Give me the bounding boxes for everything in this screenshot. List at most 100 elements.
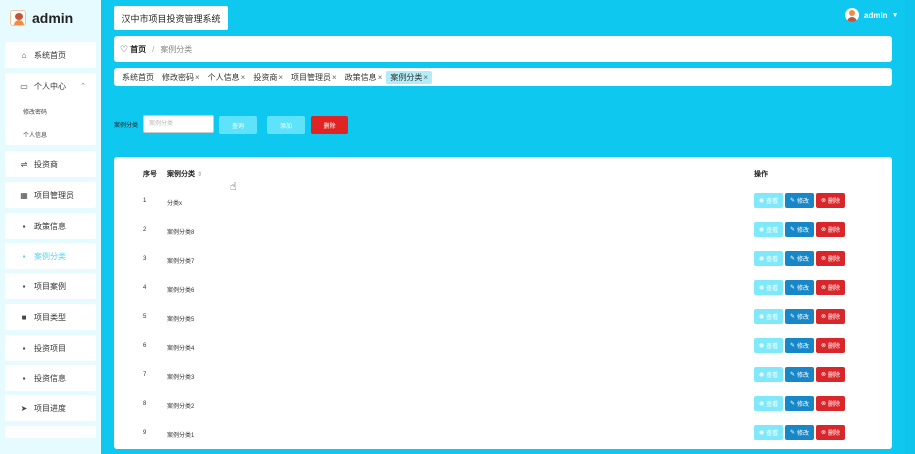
view-button[interactable]: ◉ 查看 [754,193,783,208]
edit-button[interactable]: ✎ 修改 [785,367,814,382]
delete-circle-icon: ⊗ [820,343,826,349]
user-name: admin [864,10,888,20]
delete-button[interactable]: ⊗ 删除 [816,251,845,266]
breadcrumb-home[interactable]: ♡ 首页 [120,44,146,55]
sidebar-subitem-change-password[interactable]: 修改密码 [23,107,47,116]
batch-delete-button[interactable]: 删除 [311,116,348,134]
apps-icon: ▪ [22,221,26,231]
view-button[interactable]: ◉ 查看 [754,222,783,237]
edit-button[interactable]: ✎ 修改 [785,193,814,208]
delete-circle-icon: ⊗ [820,401,826,407]
delete-button[interactable]: ⊗ 删除 [816,425,845,440]
sidebar-item-personal-center[interactable]: ▭ 个人中心 ⌃ [5,73,96,99]
pencil-icon: ✎ [789,343,795,349]
delete-label: 删除 [828,228,841,234]
view-button[interactable]: ◉ 查看 [754,251,783,266]
eye-icon: ◉ [758,343,765,349]
hand-cursor-icon: ☝ [230,181,237,193]
view-label: 查看 [766,228,779,234]
tab-project-admin[interactable]: 项目管理员 × [287,71,341,84]
tab-investor[interactable]: 投资商 × [249,71,287,84]
sidebar-item-home[interactable]: ⌂ 系统首页 [5,42,96,68]
tab-personal-info[interactable]: 个人信息 × [204,71,250,84]
apps-icon: ▪ [22,251,26,261]
page-scrollbar[interactable] [905,0,915,454]
sidebar-item-project-type[interactable]: ■ 项目类型 [5,304,96,330]
tab-change-password[interactable]: 修改密码 × [158,71,204,84]
tab-case-category[interactable]: 案例分类 × [386,70,433,84]
view-label: 查看 [766,286,779,292]
delete-label: 删除 [828,373,841,379]
edit-button[interactable]: ✎ 修改 [785,396,814,411]
delete-button[interactable]: ⊗ 删除 [816,396,845,411]
chevron-up-icon: ⌃ [80,83,86,90]
sidebar-item-project-admin[interactable]: ▦ 项目管理员 [5,182,96,208]
view-button[interactable]: ◉ 查看 [754,280,783,295]
sidebar: admin ⌂ 系统首页 ▭ 个人中心 ⌃ 修改密码 个人信息 ⇌ 投资商 ▦ … [0,0,101,454]
sidebar-item-label: 投资商 [34,159,58,169]
sort-icon[interactable]: ⇕ [197,172,202,178]
view-label: 查看 [766,315,779,321]
column-header-category[interactable]: 案例分类 ⇕ [167,169,202,179]
query-button[interactable]: 查询 [219,116,257,134]
view-button[interactable]: ◉ 查看 [754,396,783,411]
system-title: 汉中市项目投资管理系统 [114,6,228,30]
view-button[interactable]: ◉ 查看 [754,425,783,440]
view-button[interactable]: ◉ 查看 [754,309,783,324]
tab-policy[interactable]: 政策信息 × [341,71,387,84]
row-category: 案例分类6 [167,288,195,294]
tab-label: 政策信息 [344,72,377,82]
sidebar-subitem-personal-info[interactable]: 个人信息 [23,130,47,139]
search-input[interactable] [143,115,214,133]
edit-button[interactable]: ✎ 修改 [785,309,814,324]
tab-label: 系统首页 [122,72,154,82]
add-button[interactable]: 添加 [267,116,305,134]
delete-button[interactable]: ⊗ 删除 [816,338,845,353]
sidebar-item-project-progress[interactable]: ➤ 项目进度 [5,395,96,421]
edit-button[interactable]: ✎ 修改 [785,251,814,266]
delete-button[interactable]: ⊗ 删除 [816,280,845,295]
edit-label: 修改 [797,257,810,263]
brand: admin [0,0,101,36]
delete-circle-icon: ⊗ [820,314,826,320]
view-button[interactable]: ◉ 查看 [754,338,783,353]
close-icon[interactable]: × [278,73,283,82]
delete-button[interactable]: ⊗ 删除 [816,193,845,208]
delete-label: 删除 [828,431,841,437]
close-icon[interactable]: × [241,73,246,82]
delete-label: 删除 [828,286,841,292]
view-label: 查看 [766,373,779,379]
sidebar-item-case-category[interactable]: ▪ 案例分类 [5,243,96,269]
row-index: 3 [143,256,147,262]
sidebar-item-policy[interactable]: ▪ 政策信息 [5,213,96,239]
delete-button[interactable]: ⊗ 删除 [816,222,845,237]
tab-label: 投资商 [253,72,278,82]
close-icon[interactable]: × [332,73,337,82]
edit-button[interactable]: ✎ 修改 [785,280,814,295]
edit-button[interactable]: ✎ 修改 [785,338,814,353]
table-row: 2 案例分类8 ◉ 查看 ✎ 修改 ⊗ 删除 [114,216,892,245]
close-icon[interactable]: × [423,73,428,82]
breadcrumb-separator: / [152,44,155,54]
sidebar-item-investor[interactable]: ⇌ 投资商 [5,151,96,177]
delete-label: 删除 [828,257,841,263]
close-icon[interactable]: × [195,73,200,82]
delete-button[interactable]: ⊗ 删除 [816,367,845,382]
logo-icon [10,10,26,26]
edit-button[interactable]: ✎ 修改 [785,425,814,440]
wallet-icon: ■ [21,312,27,322]
delete-button[interactable]: ⊗ 删除 [816,309,845,324]
sidebar-item-investment-project[interactable]: ▪ 投资项目 [5,335,96,361]
close-icon[interactable]: × [378,73,383,82]
edit-button[interactable]: ✎ 修改 [785,222,814,237]
sidebar-item-project-case[interactable]: ▪ 项目案例 [5,273,96,299]
sidebar-item-more[interactable] [5,426,96,438]
row-index: 2 [143,227,147,233]
sidebar-item-investment-info[interactable]: ▪ 投资信息 [5,365,96,391]
delete-circle-icon: ⊗ [820,256,826,262]
user-menu[interactable]: admin ▼ [845,7,899,23]
row-index: 7 [143,372,147,378]
tab-system-home[interactable]: 系统首页 [118,71,158,84]
row-category: 案例分类1 [167,433,195,439]
view-button[interactable]: ◉ 查看 [754,367,783,382]
